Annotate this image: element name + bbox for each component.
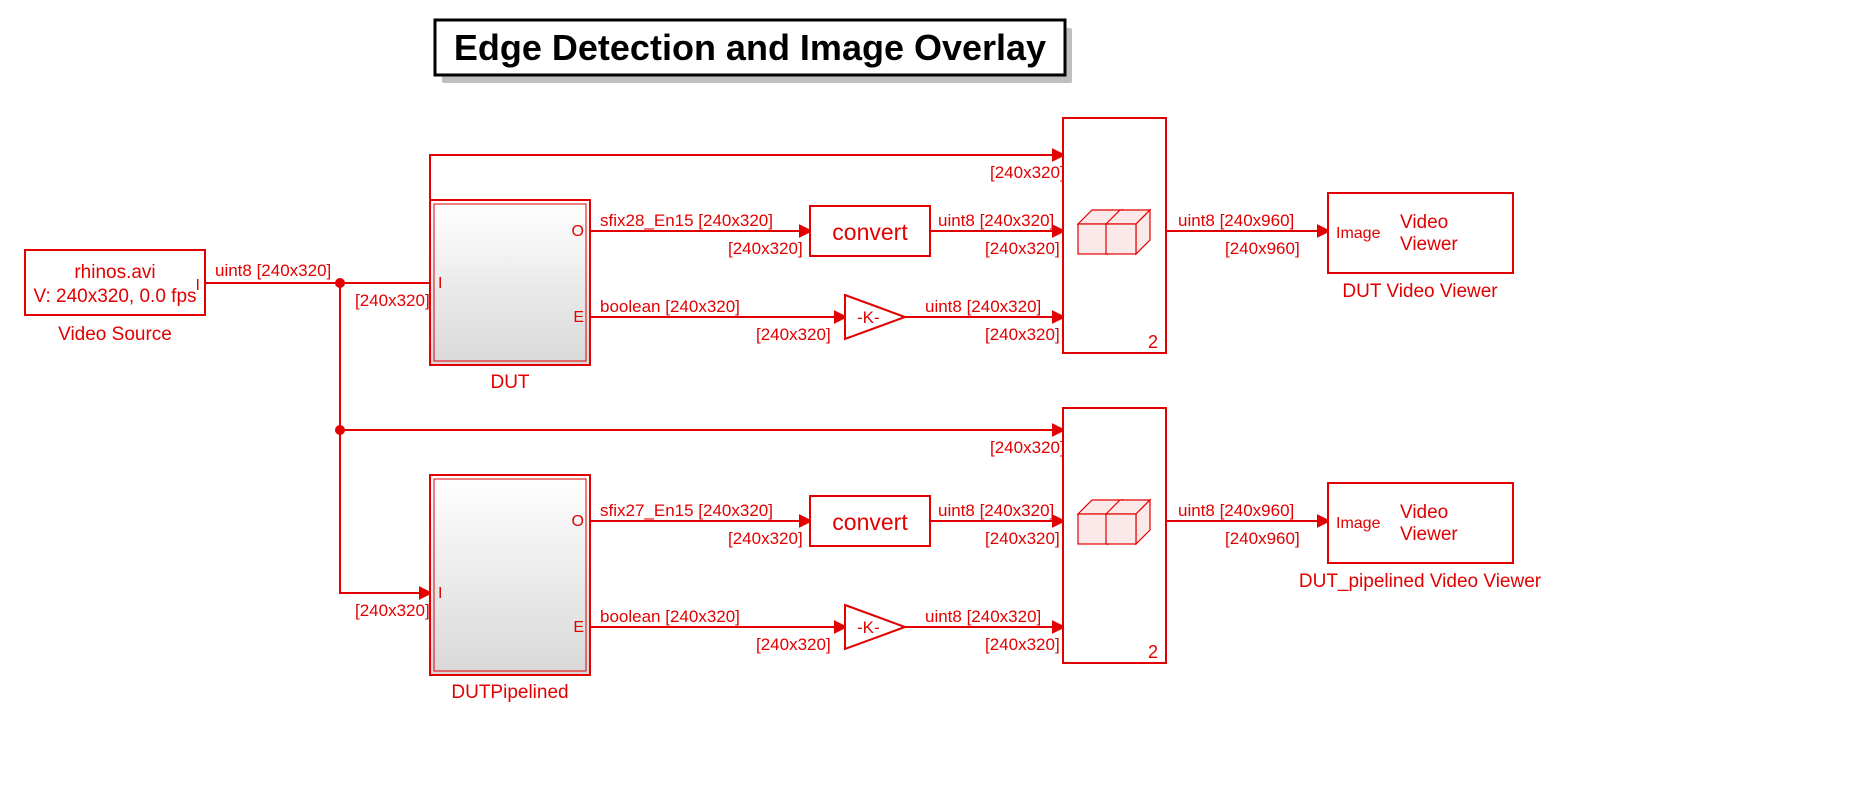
dut-o-top: sfix28_En15 [240x320]	[600, 211, 773, 230]
svg-text:O: O	[572, 513, 584, 530]
gain1-out-top: uint8 [240x320]	[925, 297, 1041, 316]
gain2-block[interactable]: -K-	[845, 605, 905, 649]
dut-in-dim: [240x320]	[355, 291, 430, 310]
svg-text:2: 2	[1148, 332, 1158, 352]
concat2-block[interactable]: 2	[1063, 408, 1166, 663]
diagram-title: Edge Detection and Image Overlay	[435, 20, 1072, 83]
concat1-in1-dim: [240x320]	[990, 163, 1065, 182]
viewer2-block[interactable]: Image Video Viewer DUT_pipelined Video V…	[1299, 483, 1542, 592]
svg-text:Edge Detection and Image Overl: Edge Detection and Image Overlay	[454, 27, 1046, 68]
dutpipe-o-bot: [240x320]	[728, 529, 803, 548]
gain2-out-top: uint8 [240x320]	[925, 607, 1041, 626]
concat2-in1-dim: [240x320]	[990, 438, 1065, 457]
gain1-out-bot: [240x320]	[985, 325, 1060, 344]
convert1-block[interactable]: convert	[810, 206, 930, 256]
concat1-out-top: uint8 [240x960]	[1178, 211, 1294, 230]
wire-src-dutpipe	[340, 430, 430, 593]
svg-text:Viewer: Viewer	[1400, 234, 1458, 255]
viewer2-name: DUT_pipelined Video Viewer	[1299, 571, 1542, 592]
video-source-info: V: 240x320, 0.0 fps	[33, 286, 196, 307]
svg-text:-K-: -K-	[857, 308, 880, 327]
svg-text:convert: convert	[832, 219, 908, 245]
dutpipe-e-top: boolean [240x320]	[600, 607, 740, 626]
svg-text:I: I	[438, 275, 442, 292]
dut-o-bot: [240x320]	[728, 239, 803, 258]
svg-text:2: 2	[1148, 642, 1158, 662]
concat2-out-top: uint8 [240x960]	[1178, 501, 1294, 520]
svg-text:Viewer: Viewer	[1400, 524, 1458, 545]
svg-text:I: I	[438, 585, 442, 602]
dutpipe-e-bot: [240x320]	[756, 635, 831, 654]
convert2-out-top: uint8 [240x320]	[938, 501, 1054, 520]
dut-pipe-name: DUTPipelined	[451, 682, 568, 703]
diagram-canvas: Edge Detection and Image Overlay rhinos.…	[0, 0, 1854, 794]
video-source-block[interactable]: rhinos.avi V: 240x320, 0.0 fps I Video S…	[25, 250, 205, 345]
concat1-block[interactable]: 2	[1063, 118, 1166, 353]
dut-e-top: boolean [240x320]	[600, 297, 740, 316]
src-out-type-label: uint8 [240x320]	[215, 261, 331, 280]
convert2-block[interactable]: convert	[810, 496, 930, 546]
dut-block[interactable]: I O E DUT	[430, 200, 590, 393]
dutpipe-o-top: sfix27_En15 [240x320]	[600, 501, 773, 520]
concat2-out-bot: [240x960]	[1225, 529, 1300, 548]
convert1-out-top: uint8 [240x320]	[938, 211, 1054, 230]
video-source-file: rhinos.avi	[74, 262, 155, 283]
dut-pipelined-block[interactable]: I O E DUTPipelined	[430, 475, 590, 703]
svg-text:E: E	[573, 619, 584, 636]
concat1-out-bot: [240x960]	[1225, 239, 1300, 258]
svg-text:-K-: -K-	[857, 618, 880, 637]
svg-text:Image: Image	[1336, 225, 1381, 242]
svg-text:Video: Video	[1400, 502, 1448, 523]
viewer1-block[interactable]: Image Video Viewer DUT Video Viewer	[1328, 193, 1513, 302]
svg-text:E: E	[573, 309, 584, 326]
svg-text:Image: Image	[1336, 515, 1381, 532]
convert2-out-bot: [240x320]	[985, 529, 1060, 548]
svg-text:O: O	[572, 223, 584, 240]
svg-text:Video: Video	[1400, 212, 1448, 233]
svg-text:convert: convert	[832, 509, 908, 535]
dut-pipe-in-dim: [240x320]	[355, 601, 430, 620]
video-source-port: I	[196, 277, 200, 294]
video-source-name: Video Source	[58, 324, 172, 345]
convert1-out-bot: [240x320]	[985, 239, 1060, 258]
dut-name: DUT	[490, 372, 529, 393]
gain1-block[interactable]: -K-	[845, 295, 905, 339]
gain2-out-bot: [240x320]	[985, 635, 1060, 654]
dut-e-bot: [240x320]	[756, 325, 831, 344]
viewer1-name: DUT Video Viewer	[1342, 281, 1498, 302]
